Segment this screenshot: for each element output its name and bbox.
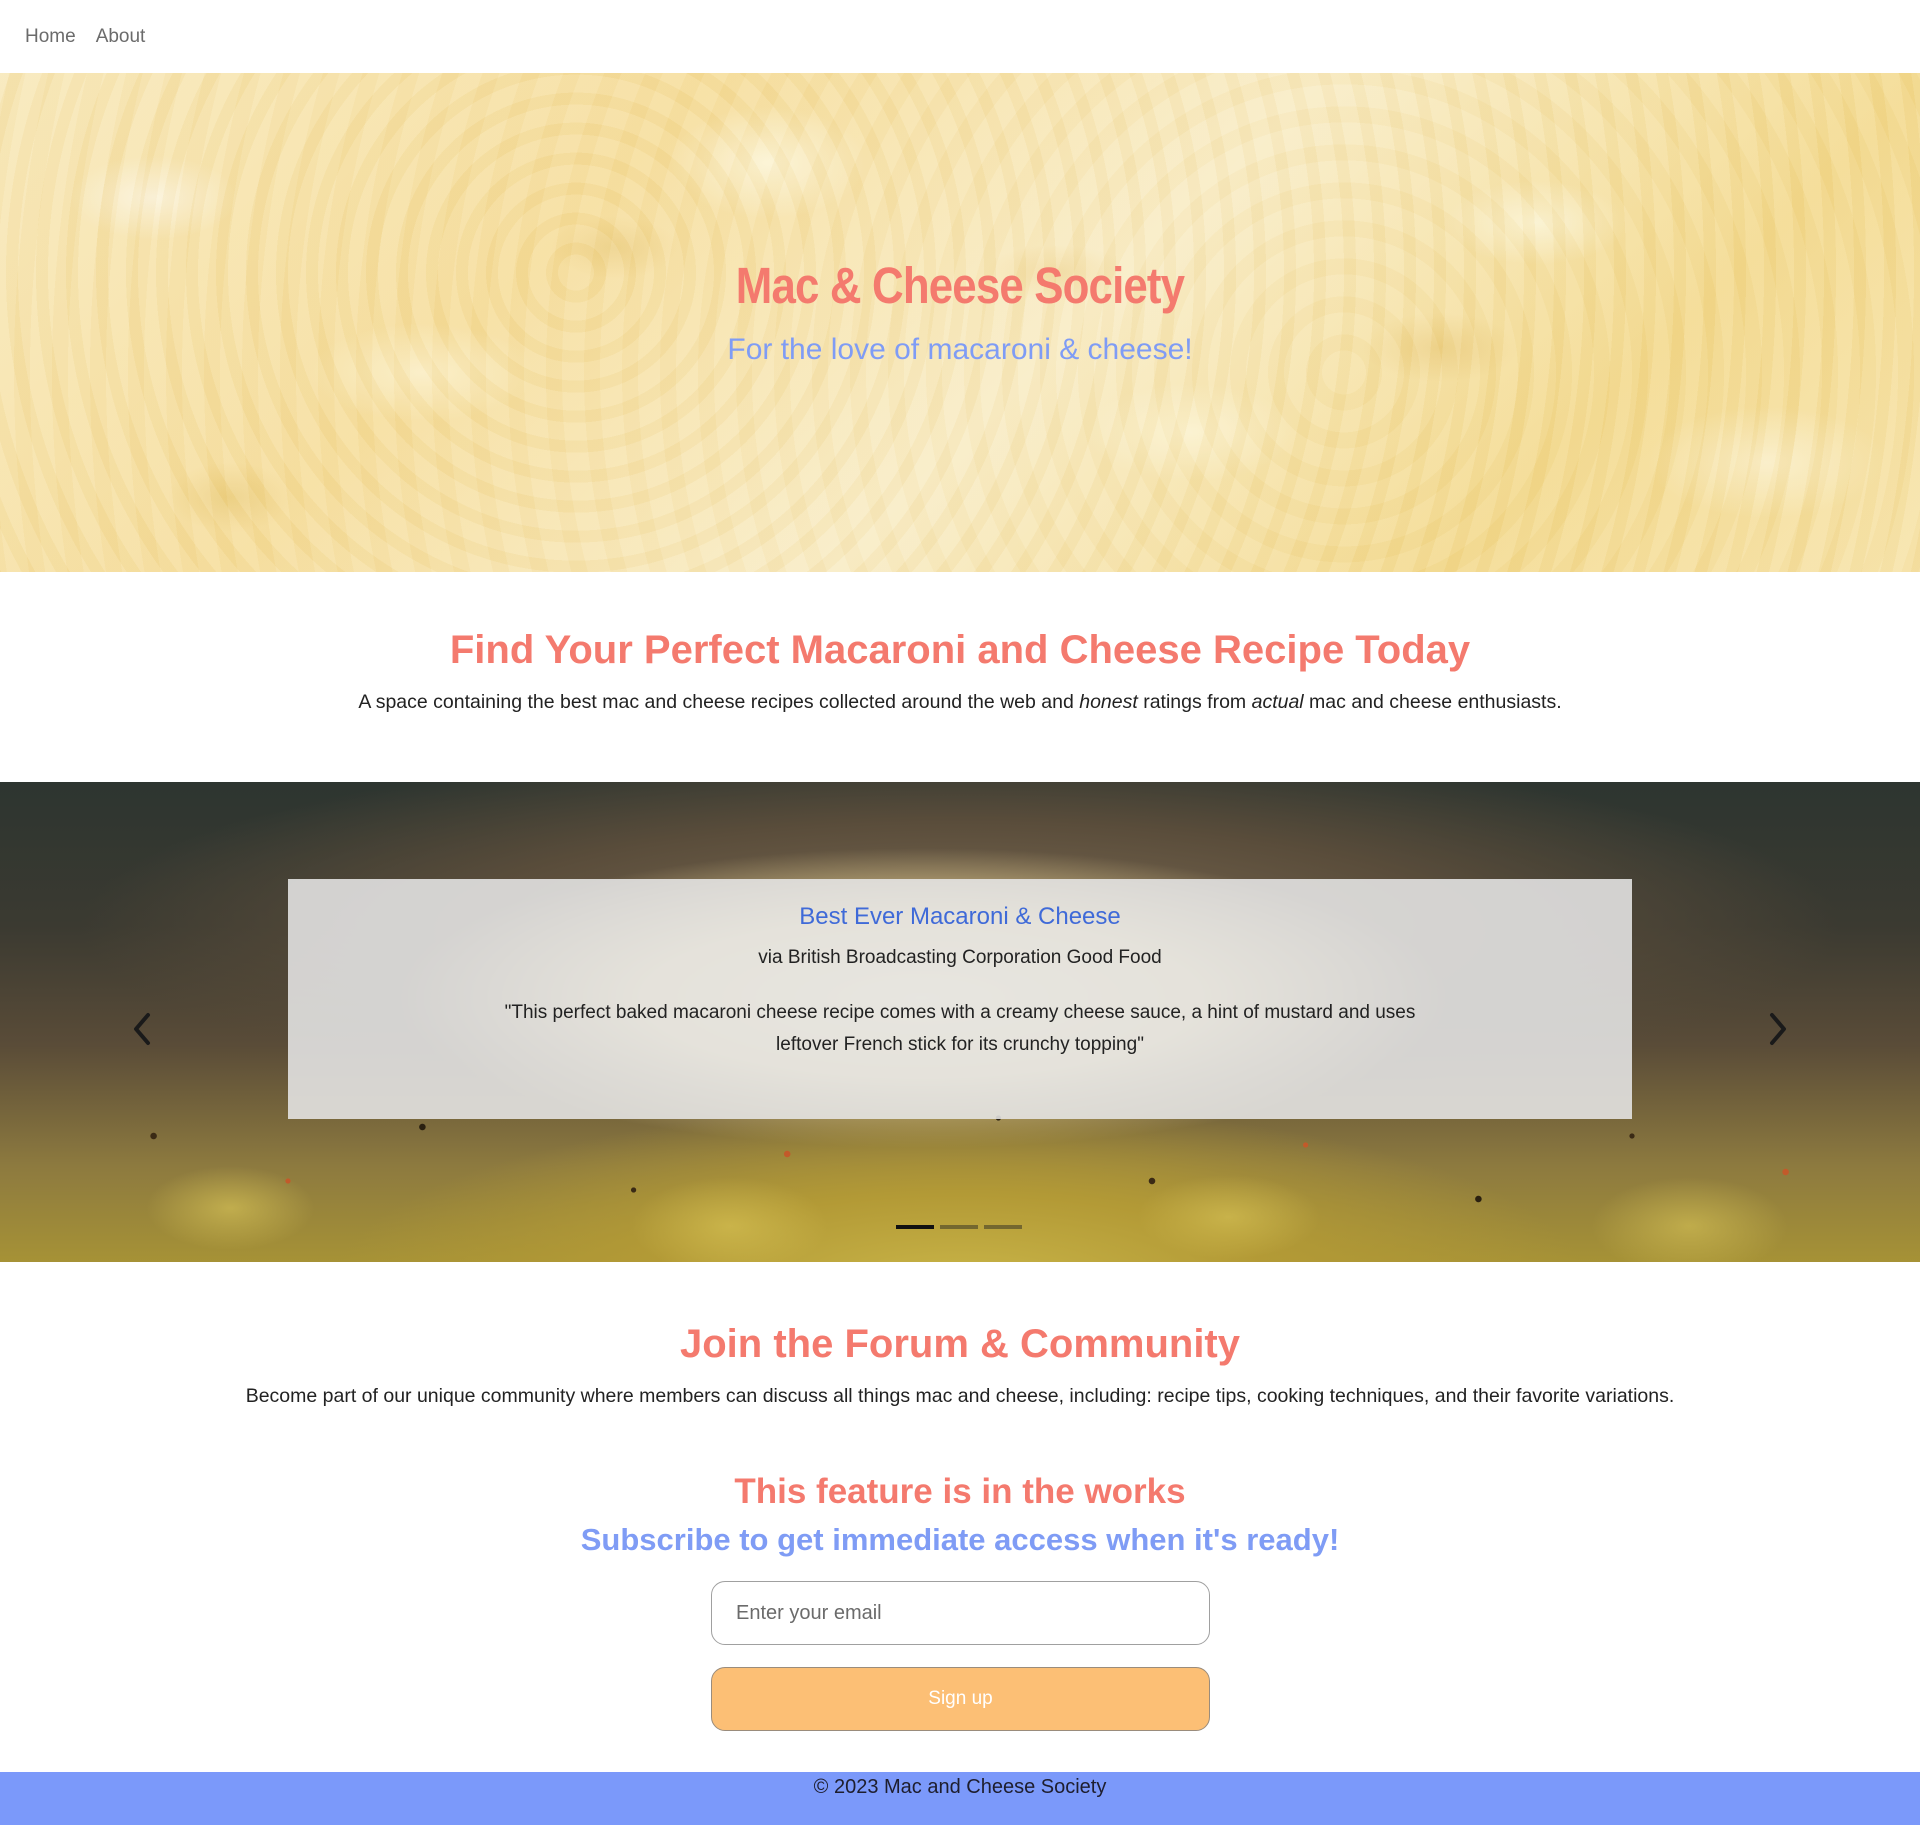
recipe-carousel: Best Ever Macaroni & Cheese via British … [0, 782, 1920, 1262]
hero-subtitle: For the love of macaroni & cheese! [727, 333, 1193, 366]
recipe-source: via British Broadcasting Corporation Goo… [758, 947, 1162, 968]
intro-emphasis-actual: actual [1251, 691, 1304, 713]
signup-button[interactable]: Sign up [711, 1667, 1210, 1731]
intro-heading: Find Your Perfect Macaroni and Cheese Re… [449, 628, 1471, 672]
forum-heading: Join the Forum & Community [680, 1322, 1240, 1366]
hero-background-image [0, 73, 1920, 572]
nav-link-home[interactable]: Home [25, 26, 76, 48]
nav-link-about[interactable]: About [96, 26, 146, 48]
intro-text-part: mac and cheese enthusiasts. [1303, 691, 1562, 713]
intro-text-part: A space containing the best mac and chee… [358, 691, 1080, 713]
forum-text: Become part of our unique community wher… [245, 1385, 1675, 1407]
carousel-prev-button[interactable] [122, 1004, 162, 1054]
hero-title: Mac & Cheese Society [735, 257, 1185, 314]
hero-banner: Mac & Cheese Society For the love of mac… [0, 73, 1920, 572]
carousel-next-button[interactable] [1758, 1004, 1798, 1054]
recipe-title-link[interactable]: Best Ever Macaroni & Cheese [288, 903, 1632, 931]
intro-text-part: ratings from [1137, 691, 1252, 713]
carousel-caption: Best Ever Macaroni & Cheese via British … [288, 879, 1632, 1119]
works-heading: This feature is in the works [734, 1472, 1186, 1511]
footer-copyright: © 2023 Mac and Cheese Society [813, 1776, 1107, 1798]
subscribe-heading: Subscribe to get immediate access when i… [580, 1522, 1340, 1557]
carousel-indicator-1[interactable] [896, 1225, 934, 1229]
recipe-quote: "This perfect baked macaroni cheese reci… [504, 1002, 1416, 1055]
chevron-left-icon [134, 1013, 150, 1045]
carousel-indicators [896, 1225, 1022, 1229]
chevron-right-icon [1770, 1013, 1786, 1045]
email-input[interactable] [711, 1581, 1210, 1645]
carousel-indicator-2[interactable] [940, 1225, 978, 1229]
intro-emphasis-honest: honest [1079, 691, 1138, 713]
footer: © 2023 Mac and Cheese Society [0, 1772, 1920, 1825]
carousel-indicator-3[interactable] [984, 1225, 1022, 1229]
navbar: Home About [0, 0, 1920, 73]
intro-text: A space containing the best mac and chee… [0, 691, 1920, 714]
